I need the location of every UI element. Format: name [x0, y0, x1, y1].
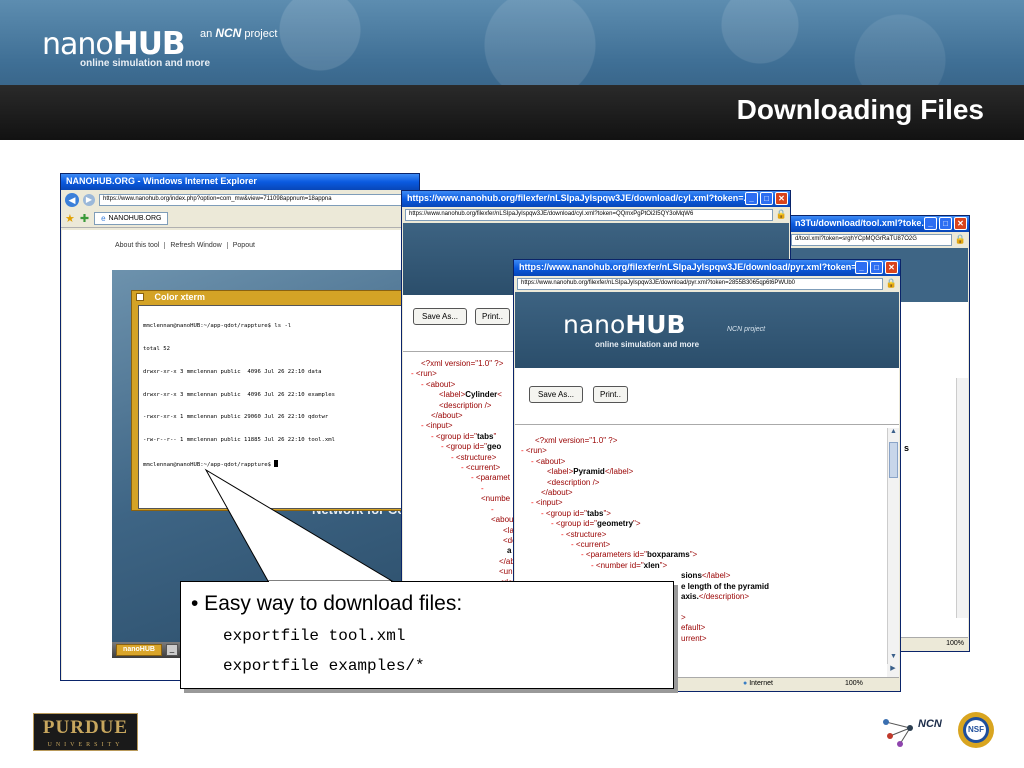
purdue-logo: PURDUE UNIVERSITY [33, 713, 138, 751]
callout-command-2: exportfile examples/* [223, 657, 425, 675]
callout-box: • Easy way to download files: exportfile… [180, 581, 674, 689]
nsf-logo: NSF [957, 711, 995, 749]
purdue-name: PURDUE [42, 717, 129, 738]
ncn-footer-label: NCN [918, 718, 942, 730]
ncn-footer-logo: NCN [880, 712, 948, 748]
purdue-university: UNIVERSITY [47, 742, 124, 748]
callout-bullet-text: • Easy way to download files: [191, 592, 463, 615]
nsf-label: NSF [968, 725, 984, 734]
callout-command-1: exportfile tool.xml [223, 627, 406, 645]
